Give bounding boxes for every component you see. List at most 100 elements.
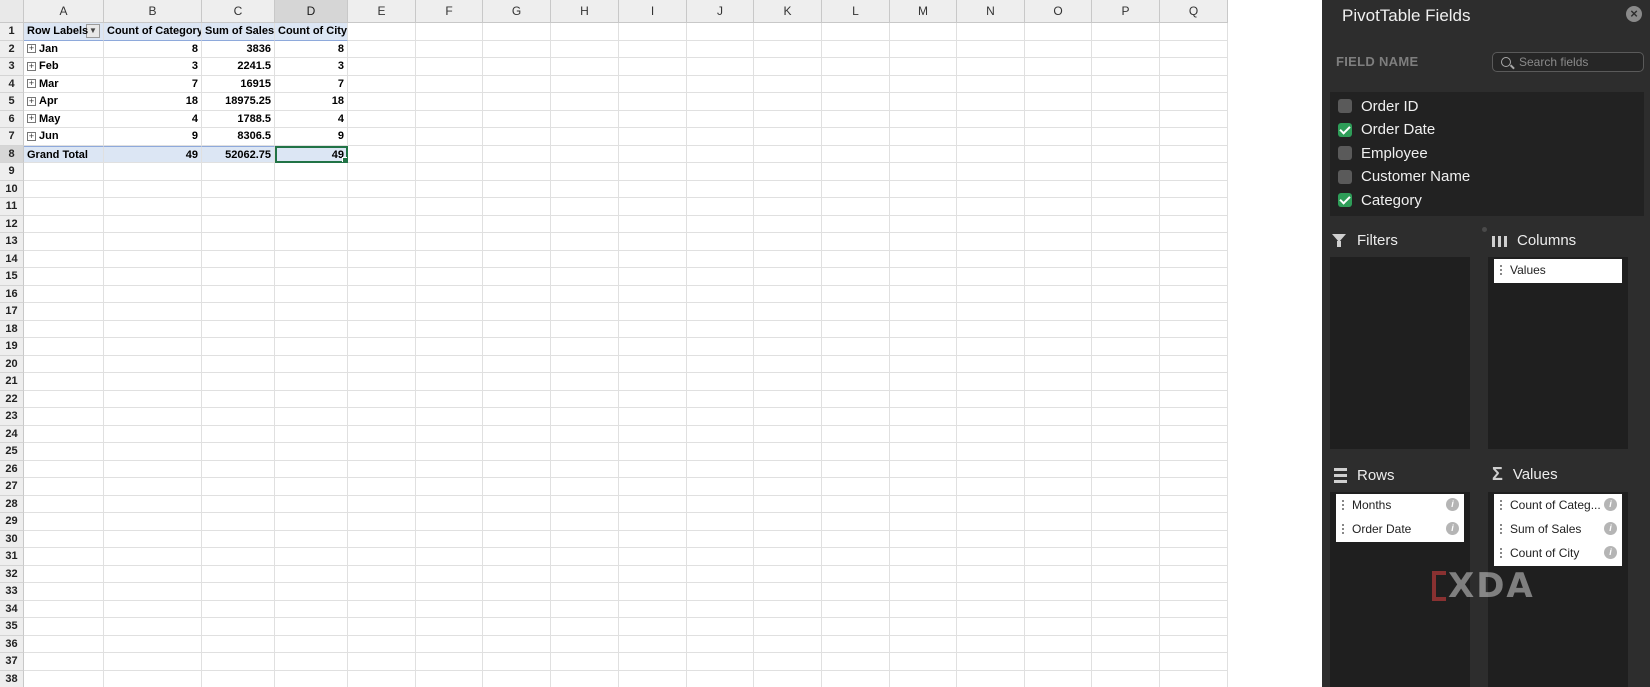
cell-d12[interactable] bbox=[275, 215, 348, 233]
cell-h29[interactable] bbox=[551, 513, 619, 531]
cell-q21[interactable] bbox=[1160, 373, 1228, 391]
cell-c23[interactable] bbox=[202, 408, 275, 426]
row-header-34[interactable]: 34 bbox=[0, 600, 24, 618]
cell-d33[interactable] bbox=[275, 583, 348, 601]
cell-q1[interactable] bbox=[1160, 23, 1228, 41]
cell-l28[interactable] bbox=[822, 495, 890, 513]
cell-a29[interactable] bbox=[24, 513, 104, 531]
cell-o28[interactable] bbox=[1025, 495, 1092, 513]
cell-m35[interactable] bbox=[890, 618, 957, 636]
cell-a27[interactable] bbox=[24, 478, 104, 496]
cell-j10[interactable] bbox=[687, 180, 754, 198]
cell-b16[interactable] bbox=[104, 285, 202, 303]
cell-i35[interactable] bbox=[619, 618, 687, 636]
cell-a22[interactable] bbox=[24, 390, 104, 408]
cell-d30[interactable] bbox=[275, 530, 348, 548]
cell-c3[interactable]: 2241.5 bbox=[202, 58, 275, 76]
cell-d37[interactable] bbox=[275, 653, 348, 671]
cell-i26[interactable] bbox=[619, 460, 687, 478]
cell-g18[interactable] bbox=[483, 320, 551, 338]
cell-b25[interactable] bbox=[104, 443, 202, 461]
field-checkbox[interactable] bbox=[1338, 169, 1352, 184]
cell-o8[interactable] bbox=[1025, 145, 1092, 163]
cell-i4[interactable] bbox=[619, 75, 687, 93]
cell-i21[interactable] bbox=[619, 373, 687, 391]
cell-c1[interactable]: Sum of Sales bbox=[202, 23, 275, 41]
cell-d28[interactable] bbox=[275, 495, 348, 513]
cell-p27[interactable] bbox=[1092, 478, 1160, 496]
cell-b21[interactable] bbox=[104, 373, 202, 391]
cell-d5[interactable]: 18 bbox=[275, 93, 348, 111]
cell-j4[interactable] bbox=[687, 75, 754, 93]
cell-m19[interactable] bbox=[890, 338, 957, 356]
row-header-5[interactable]: 5 bbox=[0, 93, 24, 111]
column-header-k[interactable]: K bbox=[754, 0, 822, 23]
cell-f31[interactable] bbox=[416, 548, 483, 566]
cell-f12[interactable] bbox=[416, 215, 483, 233]
cell-m31[interactable] bbox=[890, 548, 957, 566]
cell-i24[interactable] bbox=[619, 425, 687, 443]
cell-k37[interactable] bbox=[754, 653, 822, 671]
cell-m12[interactable] bbox=[890, 215, 957, 233]
field-item-order-id[interactable]: Order ID bbox=[1338, 96, 1419, 116]
cell-k8[interactable] bbox=[754, 145, 822, 163]
cell-h4[interactable] bbox=[551, 75, 619, 93]
row-header-37[interactable]: 37 bbox=[0, 653, 24, 671]
cell-l24[interactable] bbox=[822, 425, 890, 443]
cell-c13[interactable] bbox=[202, 233, 275, 251]
cell-a30[interactable] bbox=[24, 530, 104, 548]
cell-e31[interactable] bbox=[348, 548, 416, 566]
cell-e35[interactable] bbox=[348, 618, 416, 636]
cell-c18[interactable] bbox=[202, 320, 275, 338]
cell-i8[interactable] bbox=[619, 145, 687, 163]
cell-n24[interactable] bbox=[957, 425, 1025, 443]
field-chip-order-date[interactable]: Order Date i bbox=[1336, 518, 1464, 540]
cell-l4[interactable] bbox=[822, 75, 890, 93]
row-header-36[interactable]: 36 bbox=[0, 635, 24, 653]
drag-handle-icon[interactable] bbox=[1500, 265, 1502, 275]
cell-g29[interactable] bbox=[483, 513, 551, 531]
cell-g30[interactable] bbox=[483, 530, 551, 548]
search-fields-input[interactable]: Search fields bbox=[1492, 52, 1644, 72]
filters-drop-zone[interactable] bbox=[1330, 257, 1470, 449]
cell-a25[interactable] bbox=[24, 443, 104, 461]
cell-h18[interactable] bbox=[551, 320, 619, 338]
cell-p17[interactable] bbox=[1092, 303, 1160, 321]
row-header-32[interactable]: 32 bbox=[0, 565, 24, 583]
cell-e22[interactable] bbox=[348, 390, 416, 408]
info-icon[interactable]: i bbox=[1446, 498, 1459, 511]
cell-m26[interactable] bbox=[890, 460, 957, 478]
cell-c27[interactable] bbox=[202, 478, 275, 496]
cell-a19[interactable] bbox=[24, 338, 104, 356]
cell-a32[interactable] bbox=[24, 565, 104, 583]
cell-b1[interactable]: Count of Category bbox=[104, 23, 202, 41]
cell-o34[interactable] bbox=[1025, 600, 1092, 618]
cell-e37[interactable] bbox=[348, 653, 416, 671]
column-header-d[interactable]: D bbox=[275, 0, 348, 23]
cell-c21[interactable] bbox=[202, 373, 275, 391]
field-chip-count-of-categ[interactable]: Count of Categ... i bbox=[1494, 494, 1622, 516]
cell-e4[interactable] bbox=[348, 75, 416, 93]
row-header-26[interactable]: 26 bbox=[0, 460, 24, 478]
cell-a34[interactable] bbox=[24, 600, 104, 618]
drag-handle-icon[interactable] bbox=[1342, 500, 1344, 510]
cell-l14[interactable] bbox=[822, 250, 890, 268]
cell-c15[interactable] bbox=[202, 268, 275, 286]
cell-g38[interactable] bbox=[483, 670, 551, 687]
cell-g19[interactable] bbox=[483, 338, 551, 356]
cell-e26[interactable] bbox=[348, 460, 416, 478]
cell-g31[interactable] bbox=[483, 548, 551, 566]
cell-p3[interactable] bbox=[1092, 58, 1160, 76]
column-header-b[interactable]: B bbox=[104, 0, 202, 23]
cell-c30[interactable] bbox=[202, 530, 275, 548]
cell-f32[interactable] bbox=[416, 565, 483, 583]
cell-j27[interactable] bbox=[687, 478, 754, 496]
row-header-13[interactable]: 13 bbox=[0, 233, 24, 251]
cell-k6[interactable] bbox=[754, 110, 822, 128]
row-header-23[interactable]: 23 bbox=[0, 408, 24, 426]
info-icon[interactable]: i bbox=[1604, 522, 1617, 535]
cell-q31[interactable] bbox=[1160, 548, 1228, 566]
cell-j21[interactable] bbox=[687, 373, 754, 391]
cell-e11[interactable] bbox=[348, 198, 416, 216]
cell-n9[interactable] bbox=[957, 163, 1025, 181]
